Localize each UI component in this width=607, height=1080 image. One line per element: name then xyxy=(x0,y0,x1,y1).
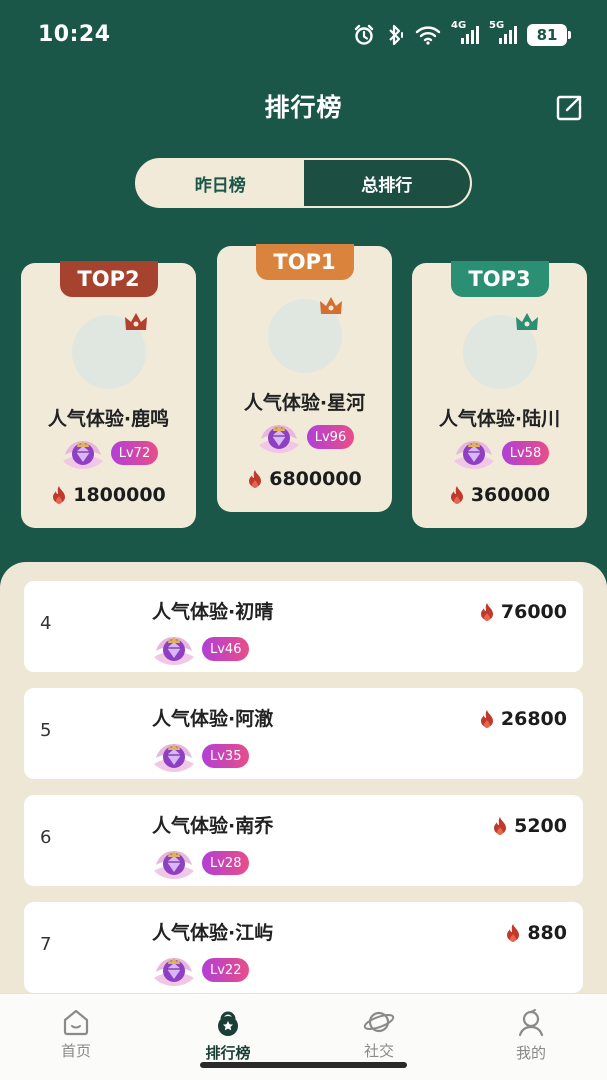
diamond-rank-badge-icon xyxy=(154,851,194,879)
user-score: 26800 xyxy=(479,708,567,730)
crown-icon xyxy=(516,313,538,330)
level-badge: Lv35 xyxy=(202,744,250,768)
podium-name: 人气体验·星河 xyxy=(243,392,366,414)
user-name: 人气体验·南乔 xyxy=(152,815,274,837)
score-value: 76000 xyxy=(500,601,567,623)
network-4g-label: 4G xyxy=(451,20,467,31)
home-indicator[interactable] xyxy=(200,1062,407,1068)
list-item[interactable]: 4 人气体验·初晴 Lv46 76000 xyxy=(24,581,583,672)
level-badge: Lv96 xyxy=(306,425,355,449)
score-value: 6800000 xyxy=(269,468,362,490)
flame-icon xyxy=(53,486,66,504)
share-button[interactable] xyxy=(553,92,585,124)
score-value: 1800000 xyxy=(73,484,166,506)
signal-4g-icon: 4G xyxy=(451,20,479,46)
nav-label: 社交 xyxy=(363,1042,394,1060)
podium-meta: Lv72 xyxy=(21,435,196,471)
crown-icon xyxy=(320,297,342,314)
flame-icon xyxy=(249,470,262,488)
page-title: 排行榜 xyxy=(264,93,343,122)
diamond-rank-badge-icon xyxy=(62,441,103,469)
status-time: 10:24 xyxy=(38,22,111,47)
podium-card-top3[interactable]: TOP3 人气体验·陆川 Lv58 360000 xyxy=(412,261,587,528)
nav-home[interactable]: 首页 xyxy=(31,1008,121,1061)
level-badge: Lv28 xyxy=(202,851,250,875)
level-badge: Lv46 xyxy=(202,637,250,661)
podium-meta: Lv96 xyxy=(217,419,392,455)
flame-icon xyxy=(480,603,493,621)
profile-icon xyxy=(518,1009,544,1037)
rank-number: 4 xyxy=(40,613,52,634)
diamond-rank-badge-icon xyxy=(154,958,194,986)
diamond-rank-badge-icon xyxy=(453,441,494,469)
nav-social[interactable]: 社交 xyxy=(334,1008,424,1061)
wifi-icon xyxy=(415,24,441,46)
network-5g-label: 5G xyxy=(489,20,505,31)
flame-icon xyxy=(480,710,493,728)
flame-icon xyxy=(507,924,520,942)
podium-meta: Lv58 xyxy=(412,435,587,471)
list-item[interactable]: 6 人气体验·南乔 Lv28 5200 xyxy=(24,795,583,886)
nav-profile[interactable]: 我的 xyxy=(486,1008,576,1063)
planet-icon xyxy=(363,1011,395,1033)
rank-number: 6 xyxy=(40,827,52,848)
list-item[interactable]: 7 人气体验·江屿 Lv22 880 xyxy=(24,902,583,993)
home-icon xyxy=(63,1009,89,1036)
signal-5g-icon: 5G xyxy=(489,20,517,46)
list-item[interactable]: 5 人气体验·阿澈 Lv35 26800 xyxy=(24,688,583,779)
crown-icon xyxy=(125,313,147,330)
podium-name: 人气体验·陆川 xyxy=(438,408,561,430)
podium-badge: TOP2 xyxy=(59,261,158,297)
nav-label: 排行榜 xyxy=(205,1044,251,1062)
rank-number: 5 xyxy=(40,720,52,741)
podium-badge: TOP1 xyxy=(255,244,354,280)
user-name: 人气体验·江屿 xyxy=(152,922,274,944)
rank-number: 7 xyxy=(40,934,52,955)
score-value: 26800 xyxy=(500,708,567,730)
podium-name: 人气体验·鹿鸣 xyxy=(47,408,170,430)
podium-score: 6800000 xyxy=(217,468,392,490)
user-score: 880 xyxy=(505,922,567,944)
user-score: 5200 xyxy=(492,815,567,837)
score-value: 5200 xyxy=(514,815,567,837)
podium-score: 360000 xyxy=(412,484,587,506)
nav-label: 我的 xyxy=(515,1044,546,1062)
status-bar: 10:24 4G 5G 81 xyxy=(0,0,607,70)
rank-meta: Lv22 xyxy=(150,952,250,988)
bluetooth-icon xyxy=(385,24,405,46)
diamond-rank-badge-icon xyxy=(154,637,194,665)
tab-total[interactable]: 总排行 xyxy=(303,160,470,206)
podium-score: 1800000 xyxy=(21,484,196,506)
status-icons: 4G 5G 81 xyxy=(353,20,571,48)
level-badge: Lv72 xyxy=(110,441,159,465)
rank-meta: Lv35 xyxy=(150,738,250,774)
podium-badge: TOP3 xyxy=(450,261,549,297)
user-name: 人气体验·初晴 xyxy=(152,601,274,623)
ranking-tab-switch: 昨日榜 总排行 xyxy=(135,158,472,208)
nav-label: 首页 xyxy=(60,1042,91,1060)
score-value: 360000 xyxy=(470,484,551,506)
battery-indicator: 81 xyxy=(527,24,571,46)
alarm-icon xyxy=(353,24,375,46)
level-badge: Lv58 xyxy=(501,441,550,465)
level-badge: Lv22 xyxy=(202,958,250,982)
user-name: 人气体验·阿澈 xyxy=(152,708,274,730)
flame-icon xyxy=(494,817,507,835)
diamond-rank-badge-icon xyxy=(258,425,299,453)
user-score: 76000 xyxy=(479,601,567,623)
share-icon xyxy=(556,95,582,121)
kettlebell-icon xyxy=(218,1011,238,1036)
rank-meta: Lv28 xyxy=(150,845,250,881)
score-value: 880 xyxy=(527,922,567,944)
rank-meta: Lv46 xyxy=(150,631,250,667)
podium-card-top1[interactable]: TOP1 人气体验·星河 Lv96 6800000 xyxy=(217,244,392,512)
tab-yesterday[interactable]: 昨日榜 xyxy=(137,160,304,206)
nav-ranking[interactable]: 排行榜 xyxy=(183,1008,273,1063)
podium-card-top2[interactable]: TOP2 人气体验·鹿鸣 Lv72 1800000 xyxy=(21,261,196,528)
flame-icon xyxy=(450,486,463,504)
diamond-rank-badge-icon xyxy=(154,744,194,772)
